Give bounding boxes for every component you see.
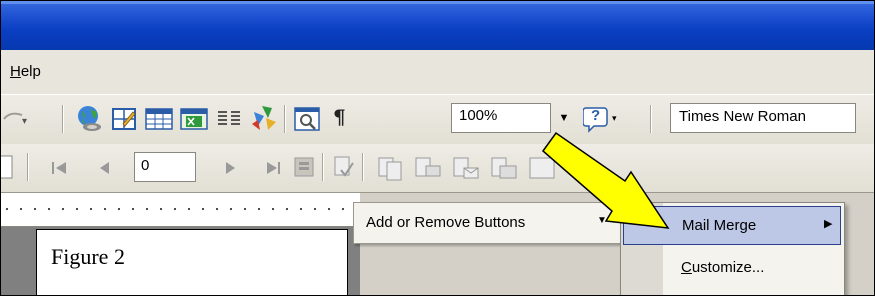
drawing-icon[interactable] (248, 102, 280, 134)
toolbar-separator (362, 153, 364, 181)
font-name-combo[interactable]: Times New Roman (670, 103, 856, 133)
add-remove-buttons-menu-item[interactable]: Add or Remove Buttons ▼ (353, 202, 623, 244)
add-remove-submenu: Mail Merge ▶ Customize... (620, 202, 845, 296)
merge-to-document-icon[interactable] (375, 154, 407, 182)
menu-bar: Help (0, 50, 875, 94)
check-for-errors-icon[interactable] (331, 154, 359, 182)
main-document-setup-icon[interactable] (0, 153, 20, 183)
document-page[interactable]: Figure 2 (36, 229, 348, 296)
customize-accel: C (681, 259, 692, 276)
customize-label: Customize... (681, 259, 764, 276)
toolbar-options-arrow-icon[interactable]: ▾ (612, 113, 617, 124)
menu-help[interactable]: Help (10, 63, 41, 80)
merge-to-printer-icon[interactable] (412, 154, 444, 182)
toolbar-separator (62, 105, 64, 133)
customize-rest: ustomize... (691, 259, 765, 276)
find-entry-icon[interactable] (292, 154, 320, 182)
show-hide-formatting-icon[interactable]: ¶ (333, 105, 346, 129)
next-record-icon[interactable] (220, 157, 240, 179)
insert-hyperlink-icon[interactable] (74, 103, 106, 135)
zoom-combo[interactable]: 100% (451, 103, 551, 133)
submenu-arrow-icon: ▶ (824, 218, 833, 230)
menu-help-rest: elp (20, 63, 41, 80)
window-title-bar[interactable] (0, 0, 875, 51)
mail-merge-menu-item[interactable]: Mail Merge ▶ (623, 206, 841, 245)
merge-to-fax-icon[interactable] (488, 154, 520, 182)
merge-to-email-icon[interactable] (450, 154, 482, 182)
previous-record-icon[interactable] (95, 157, 115, 179)
tables-borders-icon[interactable] (109, 104, 139, 134)
horizontal-ruler[interactable] (0, 193, 360, 227)
ruler-tick-marks (0, 207, 360, 211)
insert-table-icon[interactable] (143, 104, 175, 134)
insert-worksheet-icon[interactable] (178, 104, 210, 134)
toolbar-separator (27, 153, 29, 181)
title-bar-highlight (0, 0, 875, 4)
help-glyph: ? (591, 107, 601, 124)
add-remove-buttons-label: Add or Remove Buttons (366, 214, 526, 231)
figure-label: Figure 2 (51, 244, 125, 269)
zoom-dropdown-arrow-icon[interactable]: ▼ (553, 103, 575, 133)
mail-merge-helper-icon[interactable] (524, 154, 558, 182)
toolbar-separator (650, 105, 652, 133)
undo-icon[interactable]: ▾ (0, 105, 34, 131)
first-record-icon[interactable] (48, 157, 72, 179)
mail-merge-label: Mail Merge (682, 217, 757, 234)
customize-menu-item[interactable]: Customize... (623, 249, 841, 289)
record-number-input[interactable]: 0 (134, 152, 196, 182)
document-map-icon[interactable] (292, 104, 324, 134)
menu-help-accel: H (10, 63, 21, 80)
svg-text:▾: ▾ (22, 116, 27, 127)
last-record-icon[interactable] (261, 157, 285, 179)
toolbar-separator (284, 105, 286, 133)
columns-icon[interactable] (214, 104, 244, 134)
add-remove-dropdown-arrow-icon: ▼ (597, 215, 607, 226)
toolbar-separator (322, 153, 324, 181)
